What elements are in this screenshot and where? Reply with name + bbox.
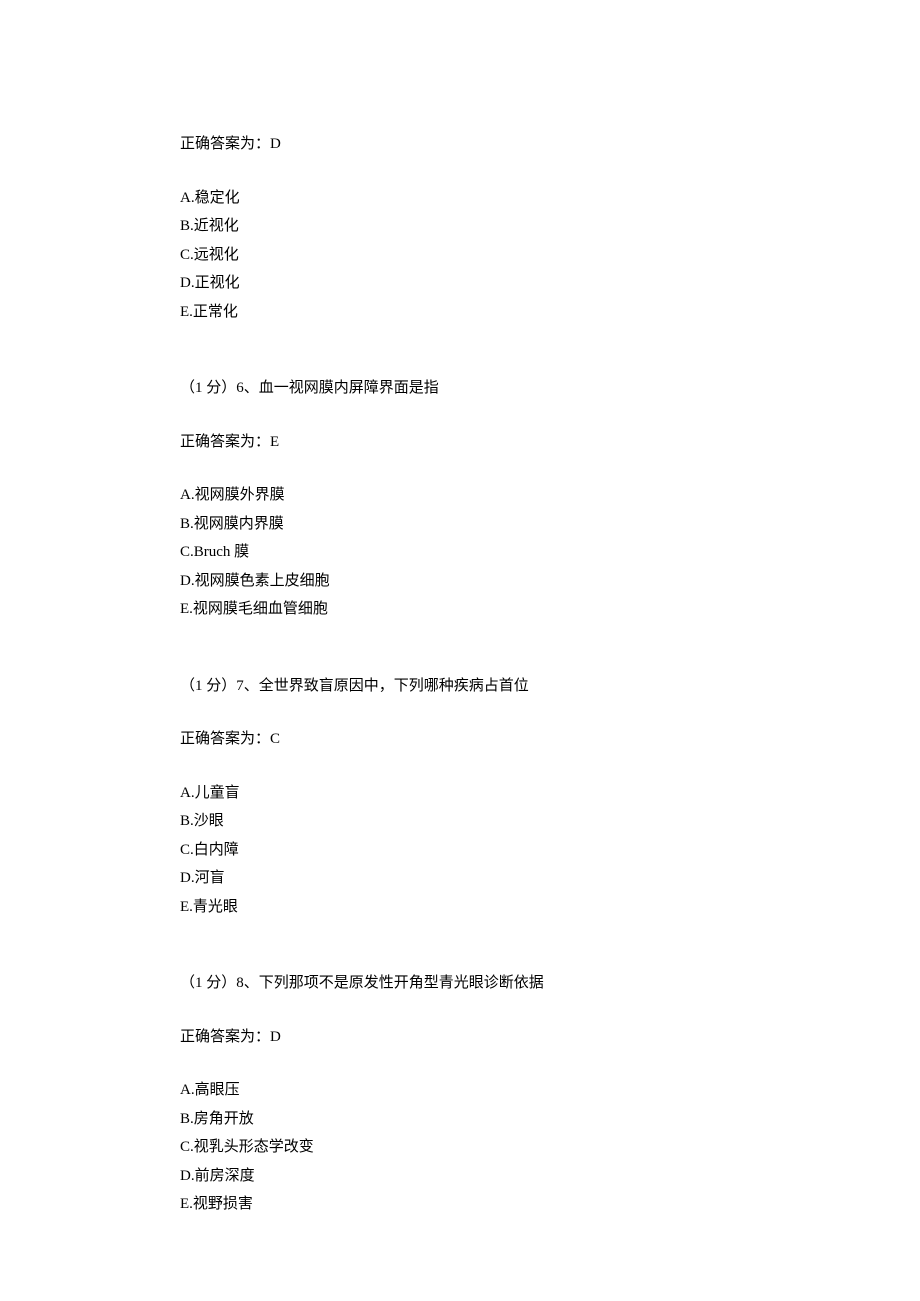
- question-title-8: （1 分）8、下列那项不是原发性开角型青光眼诊断依据: [180, 969, 740, 998]
- option-0-a: A.稳定化: [180, 184, 740, 213]
- option-7-e: E.青光眼: [180, 893, 740, 922]
- option-6-a: A.视网膜外界膜: [180, 481, 740, 510]
- question-title-6: （1 分）6、血一视网膜内屏障界面是指: [180, 374, 740, 403]
- options-group-0: A.稳定化 B.近视化 C.远视化 D.正视化 E.正常化: [180, 184, 740, 327]
- options-group-8: A.高眼压 B.房角开放 C.视乳头形态学改变 D.前房深度 E.视野损害: [180, 1076, 740, 1219]
- option-0-c: C.远视化: [180, 241, 740, 270]
- options-group-6: A.视网膜外界膜 B.视网膜内界膜 C.Bruch 膜 D.视网膜色素上皮细胞 …: [180, 481, 740, 624]
- question-title-7: （1 分）7、全世界致盲原因中，下列哪种疾病占首位: [180, 672, 740, 701]
- answer-label-7: 正确答案为：C: [180, 725, 740, 754]
- option-8-c: C.视乳头形态学改变: [180, 1133, 740, 1162]
- option-0-e: E.正常化: [180, 298, 740, 327]
- option-6-d: D.视网膜色素上皮细胞: [180, 567, 740, 596]
- option-8-b: B.房角开放: [180, 1105, 740, 1134]
- answer-label-6: 正确答案为：E: [180, 428, 740, 457]
- option-8-a: A.高眼压: [180, 1076, 740, 1105]
- options-group-7: A.儿童盲 B.沙眼 C.白内障 D.河盲 E.青光眼: [180, 779, 740, 922]
- option-7-d: D.河盲: [180, 864, 740, 893]
- option-6-e: E.视网膜毛细血管细胞: [180, 595, 740, 624]
- option-0-d: D.正视化: [180, 269, 740, 298]
- answer-label-8: 正确答案为：D: [180, 1023, 740, 1052]
- option-8-d: D.前房深度: [180, 1162, 740, 1191]
- option-7-c: C.白内障: [180, 836, 740, 865]
- option-7-b: B.沙眼: [180, 807, 740, 836]
- answer-label-0: 正确答案为：D: [180, 130, 740, 159]
- option-8-e: E.视野损害: [180, 1190, 740, 1219]
- option-0-b: B.近视化: [180, 212, 740, 241]
- option-6-c: C.Bruch 膜: [180, 538, 740, 567]
- option-7-a: A.儿童盲: [180, 779, 740, 808]
- option-6-b: B.视网膜内界膜: [180, 510, 740, 539]
